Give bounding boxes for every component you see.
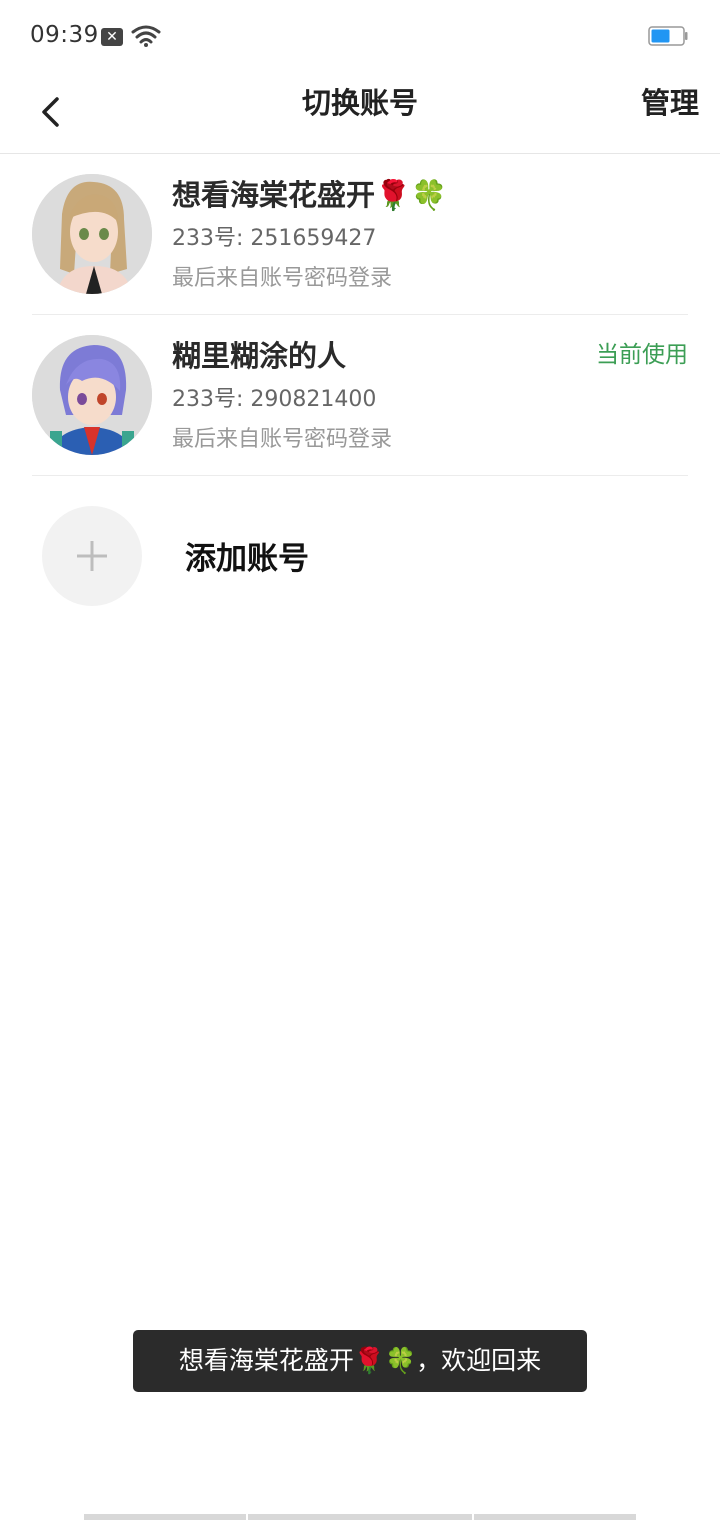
account-id: 233号: 290821400 [172, 387, 377, 412]
status-bar: 09:39 ✕ [0, 0, 720, 72]
wifi-icon [131, 25, 161, 47]
avatar [32, 335, 152, 455]
battery-icon [648, 26, 688, 46]
nav-bar: 切换账号 管理 [0, 72, 720, 154]
avatar-image [32, 335, 152, 455]
add-account-button[interactable]: 添加账号 [32, 476, 688, 636]
manage-button[interactable]: 管理 [641, 85, 699, 121]
avatar [32, 174, 152, 294]
account-login-method: 最后来自账号密码登录 [172, 266, 393, 291]
add-account-circle [42, 506, 142, 606]
account-name: 想看海棠花盛开🌹🍀 [172, 178, 448, 212]
page-title: 切换账号 [301, 86, 418, 120]
nav-hint-segment [474, 1514, 636, 1520]
notification-icon: ✕ [101, 28, 123, 46]
account-login-method: 最后来自账号密码登录 [172, 427, 393, 452]
account-item[interactable]: 想看海棠花盛开🌹🍀 233号: 251659427 最后来自账号密码登录 [32, 154, 688, 315]
current-account-badge: 当前使用 [596, 342, 688, 368]
avatar-image [32, 174, 152, 294]
plus-icon [77, 541, 107, 571]
nav-hint-segment [84, 1514, 246, 1520]
account-name: 糊里糊涂的人 [172, 339, 347, 373]
account-item[interactable]: 糊里糊涂的人 当前使用 233号: 290821400 最后来自账号密码登录 [32, 315, 688, 476]
nav-hint-segment [248, 1514, 472, 1520]
add-account-label: 添加账号 [185, 541, 309, 577]
status-time: 09:39 [30, 22, 99, 48]
toast-message: 想看海棠花盛开🌹🍀，欢迎回来 [133, 1330, 587, 1392]
account-id: 233号: 251659427 [172, 226, 377, 251]
